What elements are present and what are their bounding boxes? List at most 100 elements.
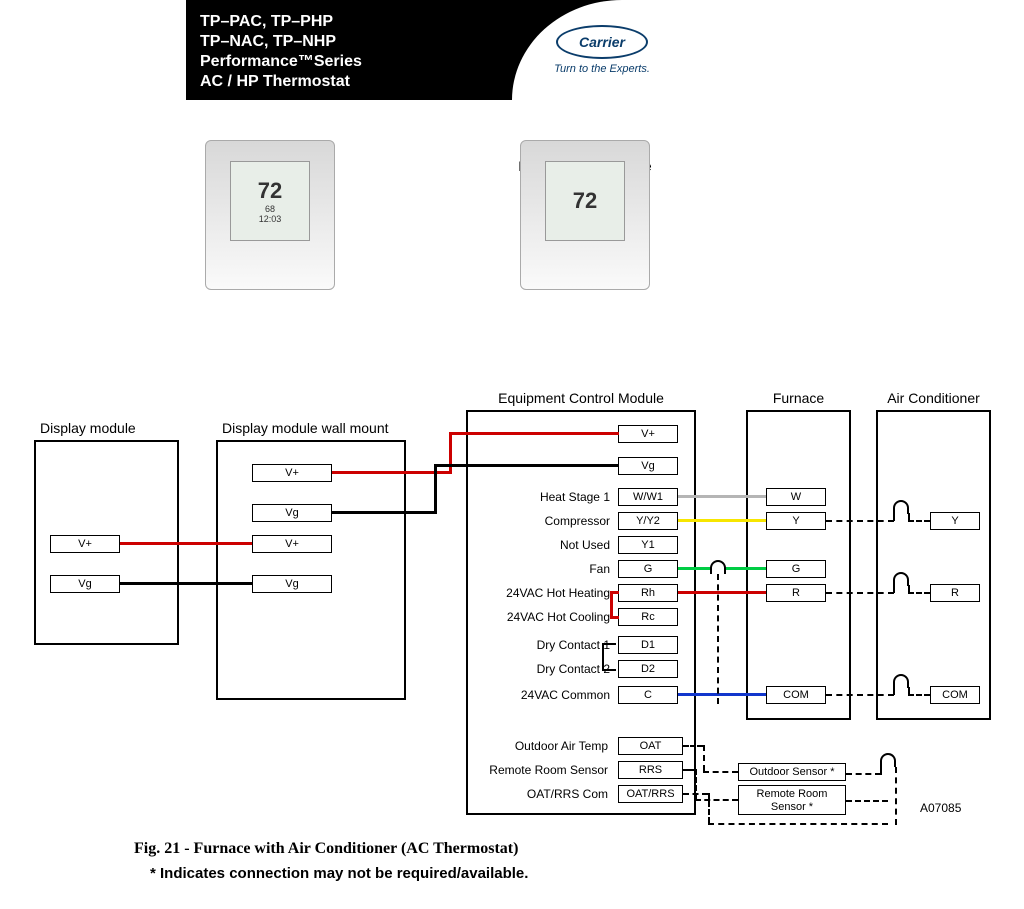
ac-box: Air Conditioner	[876, 410, 991, 720]
ecm-label-4: 24VAC Hot Heating	[470, 584, 610, 602]
display-module-title: Display module	[40, 420, 136, 436]
ac-node-r	[893, 572, 909, 586]
dry-contact-jumper	[602, 643, 616, 671]
wm-term-vplus-bot: V+	[252, 535, 332, 553]
ecm-label-6: Dry Contact 1	[470, 636, 610, 654]
wire-y	[678, 519, 766, 522]
wire-dm-vg	[120, 582, 252, 585]
display-temp: 72	[258, 178, 282, 204]
thermostat-image-left: 72 68 12:03	[205, 140, 335, 290]
display-subtemp: 68	[265, 204, 275, 214]
dash-y4	[908, 520, 930, 522]
ecm-label-0: Heat Stage 1	[470, 488, 610, 506]
dash-sens-v1	[880, 767, 882, 775]
dash-y1	[826, 520, 894, 522]
dash-oatcom-b	[708, 793, 710, 823]
ecm-label-5: 24VAC Hot Cooling	[470, 608, 610, 626]
wall-mount-title: Display module wall mount	[222, 420, 389, 436]
dash-rrs-c	[695, 799, 738, 801]
wm-term-vplus-top: V+	[252, 464, 332, 482]
ecm-sensor-term-1: RRS	[618, 761, 683, 779]
ac-title: Air Conditioner	[887, 390, 980, 406]
ecm-sensor-label-2: OAT/RRS Com	[460, 785, 608, 803]
wiring-diagram: Display module V+ Vg Display module wall…	[0, 385, 1024, 905]
ecm-term-0: W/W1	[618, 488, 678, 506]
wire-w	[678, 495, 766, 498]
thermostat-screen-left: 72 68 12:03	[230, 161, 310, 241]
ecm-label-7: Dry Contact 2	[470, 660, 610, 678]
ecm-label-1: Compressor	[470, 512, 610, 530]
ecm-sensor-term-0: OAT	[618, 737, 683, 755]
furnace-term-w: W	[766, 488, 826, 506]
ecm-term-7: D2	[618, 660, 678, 678]
dash-rrs-a	[683, 769, 695, 771]
dash-oatcom-a	[683, 793, 708, 795]
thermostat-screen-right: 72	[545, 161, 625, 241]
ecm-sensor-term-2: OAT/RRS	[618, 785, 683, 803]
furnace-term-g: G	[766, 560, 826, 578]
ecm-term-vg: Vg	[618, 457, 678, 475]
thermostat-image-right: 72	[520, 140, 650, 290]
display-time: 12:03	[259, 214, 282, 224]
wire-vplus-b	[449, 432, 452, 474]
ecm-term-4: Rh	[618, 584, 678, 602]
ecm-term-vplus: V+	[618, 425, 678, 443]
sensor-harness-node	[880, 753, 896, 767]
harness-dash	[717, 574, 719, 704]
dash-r2	[893, 585, 895, 593]
outdoor-sensor-box: Outdoor Sensor *	[738, 763, 846, 781]
dash-sens-h1	[846, 773, 881, 775]
dash-r4	[908, 592, 930, 594]
ecm-term-8: C	[618, 686, 678, 704]
dash-oatcom-c	[708, 823, 888, 825]
remote-room-sensor-box: Remote Room Sensor *	[738, 785, 846, 815]
wire-c	[678, 693, 766, 696]
dash-c4	[908, 694, 930, 696]
wire-rh-rc-jumper-bot	[610, 616, 619, 619]
harness-node	[710, 560, 726, 574]
product-left: 72 68 12:03 A07049 Programmable Control	[205, 140, 335, 190]
ac-term-com: COM	[930, 686, 980, 704]
wire-vg-b	[434, 464, 437, 514]
wire-vg-a	[332, 511, 437, 514]
wm-term-vg-bot: Vg	[252, 575, 332, 593]
brand-tagline: Turn to the Experts.	[554, 63, 650, 75]
document-header: TP–PAC, TP–PHP TP–NAC, TP–NHP Performanc…	[186, 0, 692, 100]
dash-oat-c	[703, 771, 738, 773]
ecm-sensor-label-0: Outdoor Air Temp	[460, 737, 608, 755]
ecm-term-5: Rc	[618, 608, 678, 626]
wire-r	[678, 591, 766, 594]
wire-dm-vplus	[120, 542, 252, 545]
ecm-label-3: Fan	[470, 560, 610, 578]
dash-y2	[893, 513, 895, 521]
ecm-term-3: G	[618, 560, 678, 578]
wire-vplus-c	[449, 432, 619, 435]
ecm-label-2: Not Used	[470, 536, 610, 554]
figure-caption: Fig. 21 - Furnace with Air Conditioner (…	[134, 840, 518, 858]
wire-vg-c	[434, 464, 619, 467]
ac-term-y: Y	[930, 512, 980, 530]
figure-note: * Indicates connection may not be requir…	[150, 865, 528, 882]
ecm-label-8: 24VAC Common	[470, 686, 610, 704]
figure-code: A07085	[920, 801, 961, 815]
dash-r1	[826, 592, 894, 594]
dash-sens-h2	[846, 800, 888, 802]
dash-oat-a	[683, 745, 703, 747]
wire-rh-rc-jumper-v	[610, 591, 613, 619]
wm-term-vg-top: Vg	[252, 504, 332, 522]
dm-term-vplus: V+	[50, 535, 120, 553]
dash-c1	[826, 694, 894, 696]
ac-term-r: R	[930, 584, 980, 602]
ecm-term-1: Y/Y2	[618, 512, 678, 530]
ecm-term-2: Y1	[618, 536, 678, 554]
dash-c2	[893, 687, 895, 695]
display-temp-right: 72	[573, 188, 597, 214]
wire-rh-rc-jumper-top	[610, 591, 619, 594]
furnace-title: Furnace	[773, 390, 824, 406]
furnace-term-r: R	[766, 584, 826, 602]
dash-oat-b	[703, 745, 705, 771]
ecm-term-6: D1	[618, 636, 678, 654]
ecm-title: Equipment Control Module	[498, 390, 664, 406]
ac-node-y	[893, 500, 909, 514]
product-right: 72 A07048 Non–Programmable Control	[520, 140, 670, 190]
